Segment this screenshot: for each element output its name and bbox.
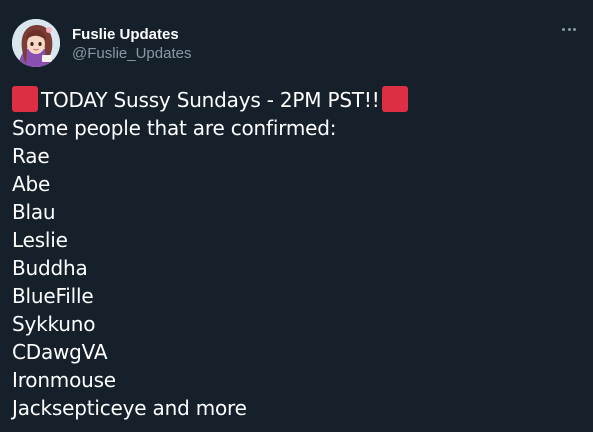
tweet-headline-line: TODAY Sussy Sundays - 2PM PST!! — [12, 86, 582, 114]
person-item: Jacksepticeye and more — [12, 396, 247, 420]
author-names: Fuslie Updates @Fuslie_Updates — [72, 26, 191, 63]
tweet-intro: Some people that are confirmed: — [12, 116, 337, 140]
person-item: Sykkuno — [12, 312, 96, 336]
tweet-header: Fuslie Updates @Fuslie_Updates — [12, 16, 580, 67]
avatar-illustration-icon — [12, 19, 60, 67]
person-item: Buddha — [12, 256, 88, 280]
person-item: Rae — [12, 144, 50, 168]
person-item: Leslie — [12, 228, 68, 252]
tweet-text: TODAY Sussy Sundays - 2PM PST!! Some peo… — [12, 86, 582, 422]
red-square-emoji-icon — [381, 86, 408, 112]
tweet-headline: TODAY Sussy Sundays - 2PM PST!! — [41, 88, 380, 112]
more-horizontal-icon[interactable] — [560, 24, 578, 34]
person-item: CDawgVA — [12, 340, 108, 364]
anime-girl-avatar[interactable] — [12, 19, 60, 67]
person-item: Blau — [12, 200, 56, 224]
person-item: Ironmouse — [12, 368, 116, 392]
red-square-emoji-icon — [12, 86, 38, 112]
person-item: Abe — [12, 172, 51, 196]
tweet-card: Fuslie Updates @Fuslie_Updates TODAY Sus… — [0, 0, 593, 432]
author-handle[interactable]: @Fuslie_Updates — [72, 45, 191, 63]
author-display-name[interactable]: Fuslie Updates — [72, 26, 191, 44]
dot — [573, 28, 576, 31]
person-item: BlueFille — [12, 284, 94, 308]
dot — [562, 28, 565, 31]
dot — [567, 28, 571, 31]
